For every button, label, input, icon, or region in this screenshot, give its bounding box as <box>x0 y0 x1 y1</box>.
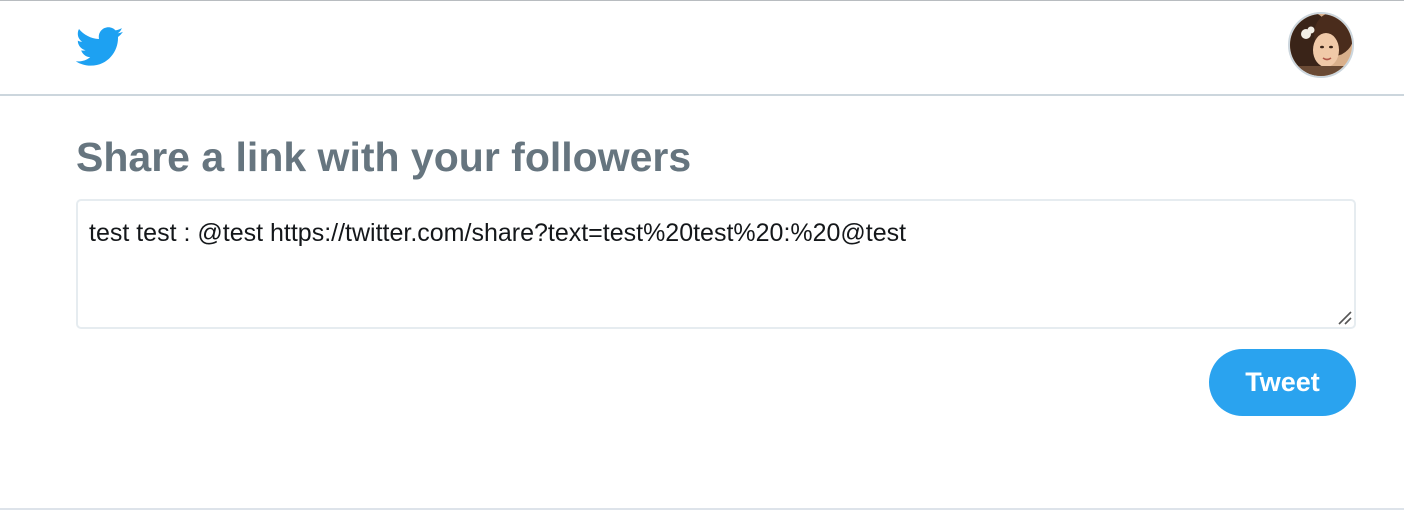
resize-handle-icon[interactable] <box>1335 308 1353 326</box>
tweet-textarea[interactable]: test test : @test https://twitter.com/sh… <box>76 199 1356 329</box>
page-title: Share a link with your followers <box>76 134 692 180</box>
avatar-photo-icon <box>1290 14 1352 76</box>
twitter-logo-link[interactable] <box>75 27 124 67</box>
user-avatar[interactable] <box>1288 12 1354 78</box>
tweet-textarea-value[interactable]: test test : @test https://twitter.com/sh… <box>89 217 906 249</box>
tweet-button[interactable]: Tweet <box>1209 349 1356 416</box>
top-bar <box>0 1 1404 96</box>
share-page: Share a link with your followers test te… <box>0 0 1404 510</box>
twitter-bird-icon <box>75 27 124 66</box>
